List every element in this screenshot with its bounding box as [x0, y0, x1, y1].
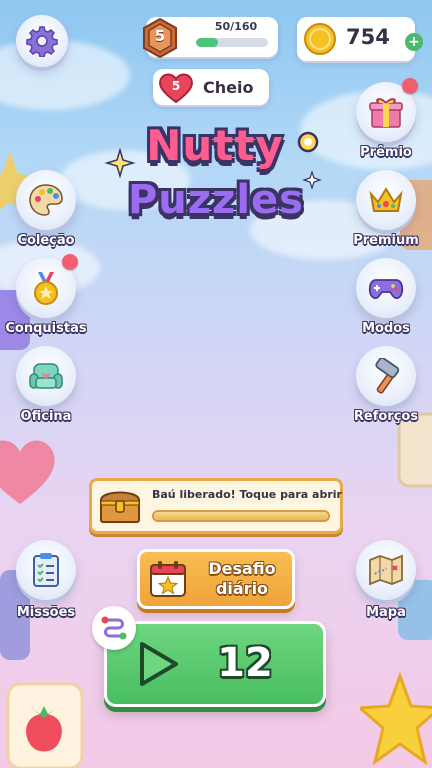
- gift-icon: [369, 98, 403, 128]
- game-logo: Nutty Puzzles: [100, 120, 332, 240]
- palette-icon: [29, 184, 63, 216]
- collection-button[interactable]: [16, 170, 76, 230]
- boosters-button[interactable]: [356, 346, 416, 406]
- background-star-icon: [360, 672, 432, 766]
- crown-icon: [369, 187, 403, 212]
- background-heart-icon: [0, 440, 55, 504]
- daily-challenge-label: Desafio diário: [196, 559, 288, 599]
- reward-notification-dot: [402, 78, 418, 94]
- workshop-button[interactable]: [16, 346, 76, 406]
- workshop-label: Oficina: [20, 409, 72, 424]
- map-icon: [369, 554, 403, 586]
- logo-line1: Nutty: [146, 121, 284, 170]
- map-label: Mapa: [366, 605, 406, 620]
- play-level-number: 12: [217, 640, 273, 686]
- achievements-notification-dot: [62, 254, 78, 270]
- modes-button[interactable]: [356, 258, 416, 318]
- boosters-label: Reforços: [353, 409, 419, 424]
- hammer-icon: [375, 358, 400, 394]
- xp-bar: [196, 38, 268, 47]
- daily-label-line2: diário: [215, 579, 269, 598]
- logo-line2: Puzzles: [127, 177, 304, 223]
- chest-message: Baú liberado! Toque para abrir: [152, 488, 342, 501]
- missions-button[interactable]: [16, 540, 76, 600]
- lives-status: Cheio: [203, 78, 254, 97]
- daily-label-line1: Desafio: [208, 559, 276, 578]
- xp-text: 50/160: [214, 20, 258, 33]
- gamepad-icon: [368, 279, 404, 299]
- calendar-star-icon: [150, 561, 186, 597]
- map-button[interactable]: [356, 540, 416, 600]
- clipboard-icon: [33, 553, 59, 587]
- chest-progress-bar: [152, 510, 330, 522]
- sofa-icon: [29, 363, 63, 389]
- medal-icon: [34, 272, 58, 305]
- route-icon: [101, 616, 127, 640]
- chest-progress-fill: [154, 512, 328, 520]
- gear-icon: [26, 26, 58, 57]
- chest-icon: [100, 491, 140, 523]
- collection-label: Coleção: [17, 233, 75, 248]
- coin-icon: [304, 23, 336, 55]
- route-button[interactable]: [92, 606, 136, 650]
- missions-label: Missões: [16, 605, 76, 620]
- premium-label: Premium: [353, 233, 419, 248]
- reward-label: Prêmio: [360, 145, 412, 160]
- play-triangle-icon: [140, 642, 178, 686]
- add-coins-button[interactable]: +: [405, 33, 423, 51]
- coin-amount: 754: [346, 25, 390, 49]
- settings-button[interactable]: [16, 15, 68, 67]
- player-level: 5: [154, 27, 166, 45]
- xp-bar-fill: [196, 38, 219, 47]
- lives-count: 5: [171, 79, 181, 93]
- background-strawberry-card-icon: [6, 682, 84, 768]
- premium-button[interactable]: [356, 170, 416, 230]
- achievements-label: Conquistas: [5, 321, 87, 336]
- modes-label: Modos: [362, 321, 410, 336]
